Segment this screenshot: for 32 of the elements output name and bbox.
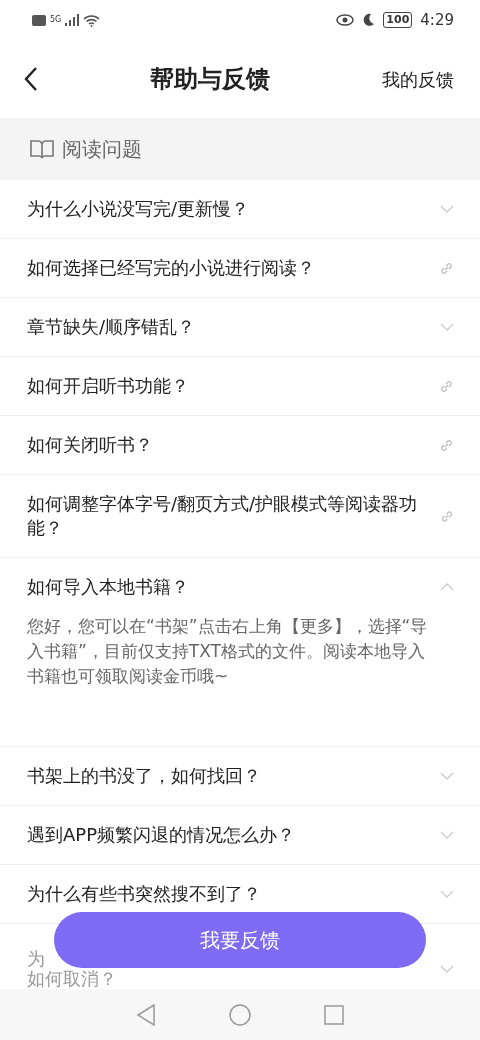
question-item[interactable]: 如何导入本地书籍？ xyxy=(27,575,189,599)
question-item[interactable]: 如何选择已经写完的小说进行阅读？ xyxy=(27,256,315,280)
question-item[interactable]: 如何开启听书功能？ xyxy=(27,374,189,398)
question-text: 如何取消？ xyxy=(27,969,117,989)
question-item[interactable]: 为什么小说没写完/更新慢？ xyxy=(27,197,250,221)
eye-icon xyxy=(336,14,355,26)
question-item[interactable]: 如何关闭听书？ xyxy=(27,433,153,457)
question-item[interactable]: 章节缺失/顺序错乱？ xyxy=(27,315,196,339)
recents-icon[interactable] xyxy=(323,1004,344,1025)
my-feedback-link[interactable]: 我的反馈 xyxy=(382,65,454,93)
link-icon xyxy=(440,508,454,524)
signal-icon xyxy=(65,14,80,26)
feedback-button[interactable]: 我要反馈 xyxy=(54,912,426,968)
status-time: 4:29 xyxy=(420,9,454,31)
link-icon xyxy=(439,437,454,453)
question-item[interactable]: 书架上的书没了，如何找回？ xyxy=(27,764,261,788)
section-title: 阅读问题 xyxy=(62,136,142,163)
home-icon[interactable] xyxy=(229,1003,251,1026)
question-item[interactable]: 为什么有些书突然搜不到了？ xyxy=(27,882,261,906)
link-icon xyxy=(439,260,454,276)
answer-text: 您好，您可以在“书架”点击右上角【更多】，选择“导入书籍”，目前仅支持TXT格式的文件。阅读本地导入书籍也可领取阅读金币哦~ xyxy=(0,614,480,747)
network-label: 5G xyxy=(50,13,62,26)
wifi-icon xyxy=(83,13,101,27)
link-icon xyxy=(439,378,454,394)
back-icon[interactable] xyxy=(24,66,38,92)
question-item[interactable]: 遇到APP频繁闪退的情况怎么办？ xyxy=(27,823,296,847)
page-title: 帮助与反馈 xyxy=(150,64,270,95)
question-text: 为 xyxy=(27,949,46,969)
moon-icon xyxy=(362,13,376,27)
book-icon xyxy=(30,139,54,159)
battery-level: 100 xyxy=(383,12,413,28)
question-item[interactable]: 如何调整字体字号/翻页方式/护眼模式等阅读器功能？ xyxy=(27,492,425,540)
